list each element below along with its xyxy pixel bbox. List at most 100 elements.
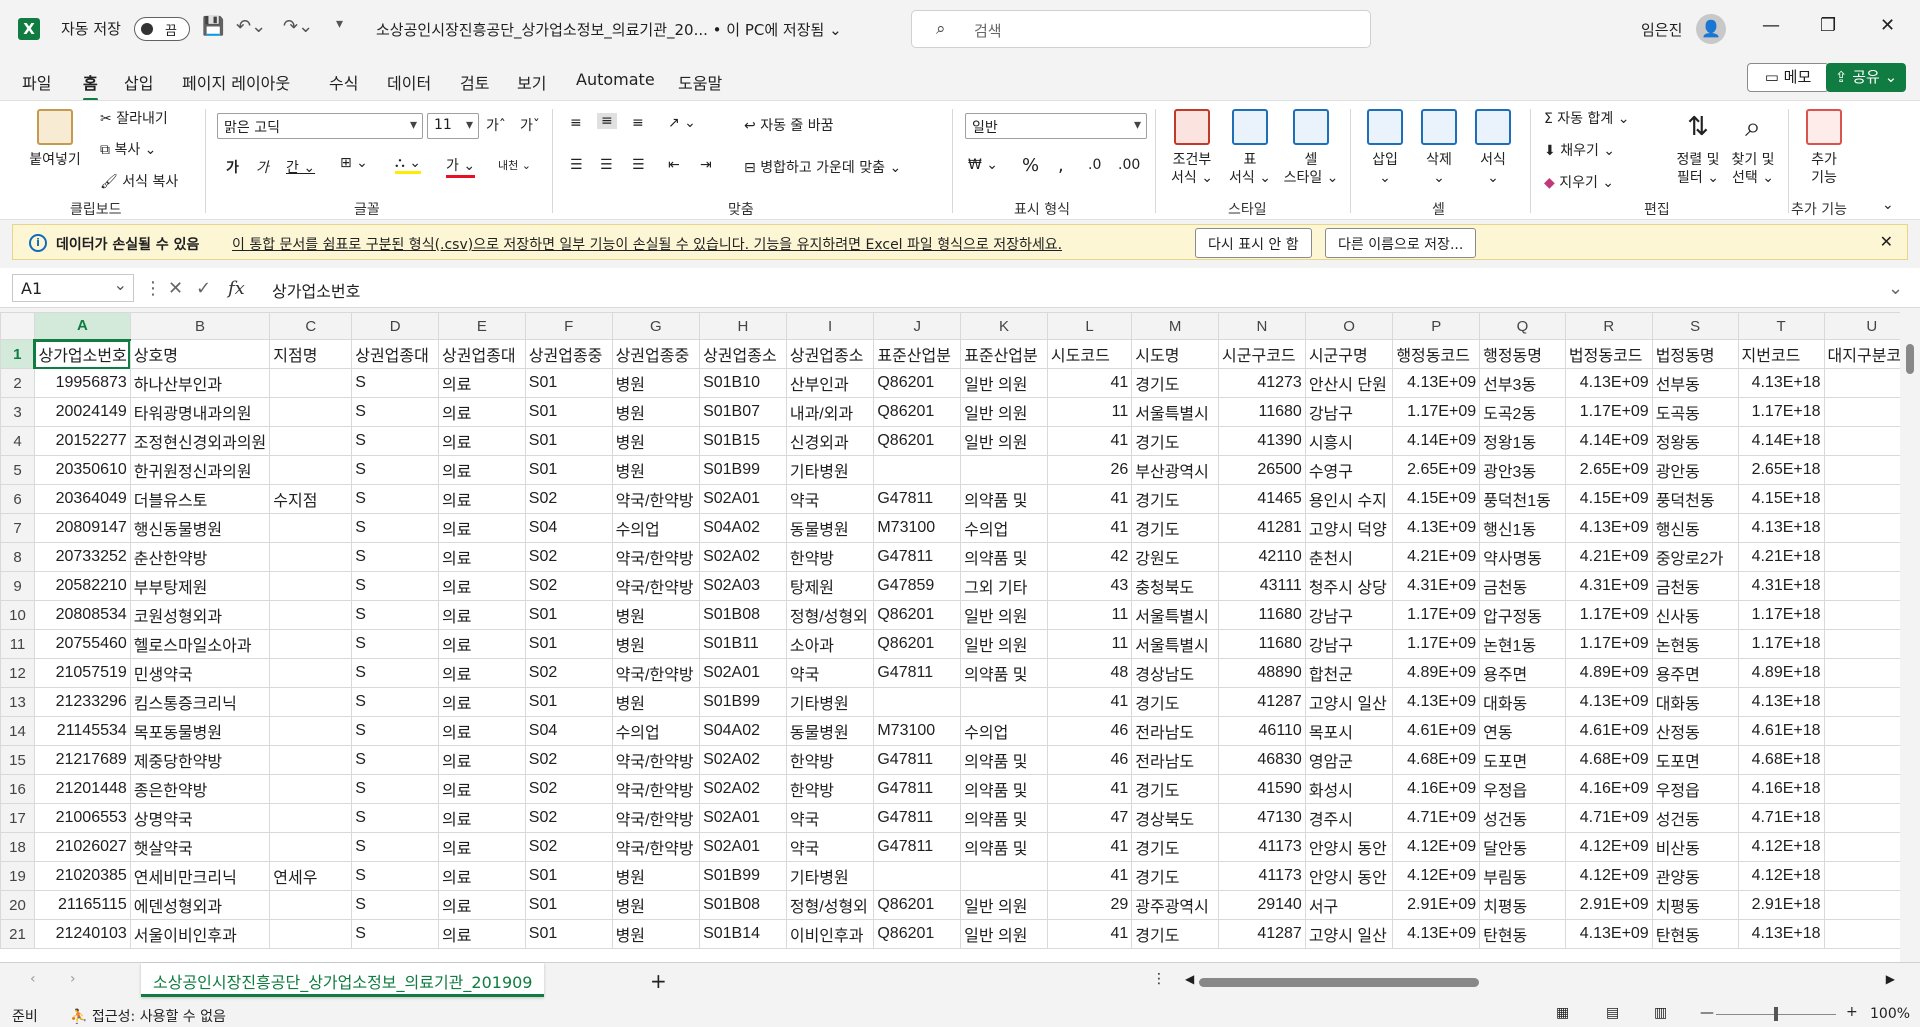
percent-icon[interactable]: % [1022, 155, 1039, 176]
column-header[interactable]: K [960, 312, 1048, 340]
scroll-right-icon[interactable]: ▶ [1886, 972, 1895, 986]
cell[interactable]: 풍덕천동 [1651, 484, 1739, 514]
cell[interactable]: 48890 [1218, 658, 1306, 688]
expand-formula-icon[interactable]: ⌄ [1888, 278, 1903, 299]
column-header[interactable]: L [1046, 312, 1133, 340]
cell[interactable]: 수의업 [960, 513, 1048, 543]
cell[interactable]: 4.15E+09 [1564, 484, 1653, 514]
cell[interactable]: S04 [524, 716, 613, 746]
cell[interactable]: 의료 [438, 600, 526, 630]
font-size-select[interactable]: 11 [427, 113, 479, 139]
cell[interactable]: 정왕동 [1651, 426, 1739, 456]
cell[interactable]: G47811 [873, 774, 962, 804]
cell[interactable]: S02A01 [699, 803, 787, 833]
scroll-left-icon[interactable]: ◀ [1185, 972, 1194, 986]
accessibility-status[interactable]: ⛹ 접근성: 사용할 수 없음 [70, 1006, 226, 1026]
cell[interactable]: 탄현동 [1651, 919, 1739, 949]
column-header[interactable]: Q [1479, 312, 1566, 340]
cell[interactable]: 11680 [1218, 600, 1306, 630]
cell[interactable]: 풍덕천1동 [1479, 484, 1566, 514]
cell[interactable]: 합천군 [1304, 658, 1394, 688]
cell[interactable]: 병원 [611, 600, 701, 630]
cell[interactable]: 47130 [1218, 803, 1306, 833]
cell[interactable]: 탄현동 [1479, 919, 1566, 949]
cell[interactable]: 의료 [438, 426, 526, 456]
number-format-select[interactable]: 일반 [965, 113, 1147, 139]
cell[interactable]: 21057519 [33, 658, 131, 688]
cell[interactable]: 달안동 [1479, 832, 1566, 862]
cell[interactable]: 11 [1046, 600, 1133, 630]
cell[interactable]: 20809147 [33, 513, 131, 543]
cell[interactable]: 의약품 및 [960, 484, 1048, 514]
formula-input[interactable]: 상가업소번호 [272, 278, 360, 302]
cell[interactable]: 41281 [1218, 513, 1306, 543]
cell[interactable]: 논현1동 [1479, 629, 1566, 659]
cell[interactable]: 춘산한약방 [129, 542, 271, 572]
cell[interactable]: 4.68E+09 [1564, 745, 1653, 775]
cell[interactable]: 4.12E+09 [1564, 861, 1653, 891]
cell[interactable]: 29 [1046, 890, 1133, 920]
cell[interactable]: 4.13E+09 [1564, 368, 1653, 398]
cell[interactable]: 병원 [611, 629, 701, 659]
cell[interactable]: 4.14E+09 [1392, 426, 1481, 456]
cell[interactable]: 목포시 [1304, 716, 1394, 746]
row-header[interactable]: 7 [0, 513, 35, 543]
cell[interactable]: S01 [524, 600, 613, 630]
close-window-icon[interactable]: ✕ [1880, 15, 1895, 36]
tab-formulas[interactable]: 수식 [329, 70, 358, 94]
cell[interactable]: G47811 [873, 484, 962, 514]
cell[interactable]: 강남구 [1304, 629, 1394, 659]
cell[interactable]: 청주시 상당 [1304, 571, 1394, 601]
cell[interactable]: 전라남도 [1131, 716, 1220, 746]
cell[interactable]: 고양시 덕양 [1304, 513, 1394, 543]
cell[interactable]: 부산광역시 [1131, 455, 1220, 485]
column-header[interactable]: I [785, 312, 875, 340]
cell[interactable]: S01B07 [699, 397, 787, 427]
cell[interactable]: 경기도 [1131, 687, 1220, 717]
cell[interactable]: 21201448 [33, 774, 131, 804]
cell[interactable]: 4.89E+09 [1564, 658, 1653, 688]
cell[interactable]: 시군구코드 [1218, 339, 1306, 369]
format-table-button[interactable]: 표 서식 ⌄ [1224, 109, 1276, 187]
column-header[interactable]: F [524, 312, 613, 340]
row-header[interactable]: 14 [0, 716, 35, 746]
cell[interactable]: 20808534 [33, 600, 131, 630]
tab-page-layout[interactable]: 페이지 레이아웃 [182, 70, 290, 94]
cell[interactable] [269, 455, 353, 485]
cell[interactable]: 광주광역시 [1131, 890, 1220, 920]
cell[interactable]: 1.17E+09 [1564, 600, 1653, 630]
cell[interactable]: 약국/한약방 [611, 658, 701, 688]
restore-icon[interactable]: ❐ [1820, 15, 1836, 36]
cell[interactable]: 2.65E+09 [1564, 455, 1653, 485]
cell[interactable]: 도곡동 [1651, 397, 1739, 427]
cell[interactable]: 41465 [1218, 484, 1306, 514]
cell[interactable]: 상가업소번호 [33, 339, 131, 369]
cell[interactable]: 1.17E+18 [1737, 397, 1825, 427]
cell[interactable]: 지번코드 [1737, 339, 1825, 369]
cell[interactable]: 고양시 일산 [1304, 919, 1394, 949]
cell[interactable]: 선부동 [1651, 368, 1739, 398]
cell[interactable]: 4.89E+18 [1737, 658, 1825, 688]
cell[interactable]: 4.61E+09 [1564, 716, 1653, 746]
cell[interactable]: 약국 [785, 484, 875, 514]
clear-button[interactable]: ◆ 지우기 ⌄ [1544, 172, 1614, 192]
cell[interactable]: 2.91E+18 [1737, 890, 1825, 920]
align-top-icon[interactable]: ≡ [570, 115, 582, 131]
cell[interactable]: 한약방 [785, 774, 875, 804]
cell[interactable]: 연동 [1479, 716, 1566, 746]
document-title[interactable]: 소상공인시장진흥공단_상가업소정보_의료기관_20... • 이 PC에 저장됨… [376, 19, 842, 40]
row-header[interactable]: 9 [0, 571, 35, 601]
cell[interactable] [269, 426, 353, 456]
cell[interactable]: S01B99 [699, 861, 787, 891]
row-header[interactable]: 21 [0, 919, 35, 949]
cell[interactable]: 행신동물병원 [129, 513, 271, 543]
cell[interactable]: S [351, 513, 439, 543]
cell[interactable]: 41 [1046, 774, 1133, 804]
cell[interactable]: 의료 [438, 716, 526, 746]
cell[interactable]: 4.15E+09 [1392, 484, 1481, 514]
cell[interactable]: 상호명 [129, 339, 271, 369]
cell[interactable]: 서울특별시 [1131, 397, 1220, 427]
cell[interactable] [269, 629, 353, 659]
paste-button[interactable]: 붙여넣기 [24, 109, 86, 169]
page-layout-view-icon[interactable]: ▤ [1606, 1005, 1619, 1021]
